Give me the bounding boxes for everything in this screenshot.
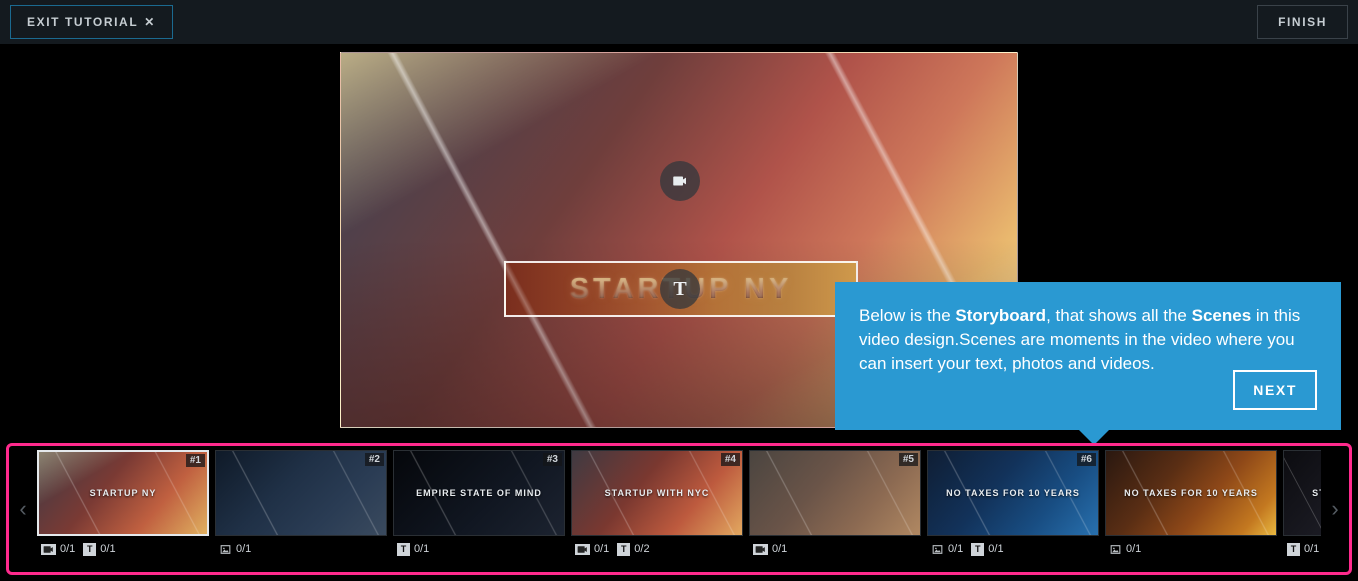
text-icon: T [1287, 543, 1300, 556]
scene-meta-value: 0/1 [988, 543, 1003, 555]
tutorial-tooltip: Below is the Storyboard, that shows all … [835, 282, 1341, 430]
close-icon: ✕ [144, 15, 156, 29]
scene-thumb[interactable]: STARTU [1283, 450, 1321, 536]
storyboard-next[interactable]: › [1321, 446, 1349, 572]
chevron-right-icon: › [1331, 496, 1338, 522]
scene-number-badge: #3 [543, 453, 562, 466]
storyboard: ‹ #1 STARTUP NY 0/1 T 0/1 #2 0/1 #3 EMPIRE STATE… [6, 443, 1352, 575]
scene-meta-item: T 0/1 [971, 543, 1003, 556]
text-icon: T [971, 543, 984, 556]
scene-meta-item: 0/1 [1109, 543, 1141, 556]
text-icon: T [673, 278, 686, 301]
scene-thumb[interactable]: #6 NO TAXES FOR 10 YEARS [927, 450, 1099, 536]
exit-tutorial-label: EXIT TUTORIAL [27, 15, 138, 29]
scene-meta-value: 0/1 [100, 543, 115, 555]
scene-8[interactable]: STARTU T 0/1 [1283, 450, 1321, 568]
video-icon [671, 172, 689, 190]
scene-thumb[interactable]: #4 STARTUP WITH NYC [571, 450, 743, 536]
scene-meta-value: 0/1 [772, 543, 787, 555]
scene-5[interactable]: #5 0/1 [749, 450, 921, 568]
scene-number-badge: #1 [186, 454, 205, 467]
scene-4[interactable]: #4 STARTUP WITH NYC 0/1 T 0/2 [571, 450, 743, 568]
storyboard-prev[interactable]: ‹ [9, 446, 37, 572]
scene-2[interactable]: #2 0/1 [215, 450, 387, 568]
scene-6[interactable]: #6 NO TAXES FOR 10 YEARS 0/1 T 0/1 [927, 450, 1099, 568]
scene-meta: 0/1 T 0/2 [571, 536, 743, 562]
scene-caption: EMPIRE STATE OF MIND [416, 488, 542, 498]
scene-meta: 0/1 [749, 536, 921, 562]
scene-meta: 0/1 [215, 536, 387, 562]
finish-button[interactable]: FINISH [1257, 5, 1348, 39]
scene-meta-item: 0/1 [931, 543, 963, 556]
next-button[interactable]: NEXT [1233, 370, 1317, 410]
scene-meta-item: 0/1 [753, 543, 787, 555]
scene-thumb[interactable]: #5 [749, 450, 921, 536]
tooltip-b2: Scenes [1192, 306, 1252, 325]
scene-number-badge: #4 [721, 453, 740, 466]
scene-meta: 0/1 T 0/1 [37, 536, 209, 562]
scene-meta-item: 0/1 [575, 543, 609, 555]
finish-label: FINISH [1278, 15, 1327, 29]
topbar: EXIT TUTORIAL ✕ FINISH [0, 0, 1358, 44]
video-icon [575, 544, 590, 555]
scene-number-badge: #5 [899, 453, 918, 466]
scene-meta-item: T 0/1 [83, 543, 115, 556]
scene-meta-item: T 0/2 [617, 543, 649, 556]
scene-meta-value: 0/1 [948, 543, 963, 555]
scene-thumb[interactable]: #3 EMPIRE STATE OF MIND [393, 450, 565, 536]
preview-area: STARTUP NY T Below is the Storyboard, th… [0, 44, 1358, 440]
scene-thumb[interactable]: #1 STARTUP NY [37, 450, 209, 536]
text-icon: T [617, 543, 630, 556]
scene-meta-value: 0/1 [236, 543, 251, 555]
scene-1[interactable]: #1 STARTUP NY 0/1 T 0/1 [37, 450, 209, 568]
storyboard-scenes: #1 STARTUP NY 0/1 T 0/1 #2 0/1 #3 EMPIRE STATE O… [37, 446, 1321, 572]
scene-7[interactable]: NO TAXES FOR 10 YEARS 0/1 [1105, 450, 1277, 568]
scene-meta-value: 0/1 [414, 543, 429, 555]
tooltip-b1: Storyboard [955, 306, 1046, 325]
scene-meta-value: 0/1 [594, 543, 609, 555]
scene-thumb[interactable]: #2 [215, 450, 387, 536]
image-icon [1109, 543, 1122, 556]
scene-caption: STARTUP WITH NYC [605, 488, 710, 498]
scene-meta: T 0/1 [1283, 536, 1321, 562]
scene-meta-item: T 0/1 [397, 543, 429, 556]
scene-thumb[interactable]: NO TAXES FOR 10 YEARS [1105, 450, 1277, 536]
tooltip-text: Below is the Storyboard, that shows all … [859, 306, 1300, 373]
tooltip-t2: , that shows all the [1046, 306, 1192, 325]
scene-meta: 0/1 T 0/1 [927, 536, 1099, 562]
text-marker[interactable]: T [660, 269, 700, 309]
scene-meta-item: T 0/1 [1287, 543, 1319, 556]
video-marker[interactable] [660, 161, 700, 201]
exit-tutorial-button[interactable]: EXIT TUTORIAL ✕ [10, 5, 173, 39]
scene-caption: STARTU [1312, 488, 1321, 498]
chevron-left-icon: ‹ [19, 496, 26, 522]
scene-meta-item: 0/1 [219, 543, 251, 556]
scene-meta-value: 0/1 [60, 543, 75, 555]
scene-meta-item: 0/1 [41, 543, 75, 555]
scene-meta-value: 0/1 [1304, 543, 1319, 555]
image-icon [931, 543, 944, 556]
scene-caption: NO TAXES FOR 10 YEARS [946, 488, 1080, 498]
scene-number-badge: #6 [1077, 453, 1096, 466]
scene-meta-value: 0/1 [1126, 543, 1141, 555]
text-icon: T [397, 543, 410, 556]
scene-3[interactable]: #3 EMPIRE STATE OF MIND T 0/1 [393, 450, 565, 568]
tooltip-t1: Below is the [859, 306, 955, 325]
next-label: NEXT [1253, 382, 1297, 398]
scene-number-badge: #2 [365, 453, 384, 466]
image-icon [219, 543, 232, 556]
text-icon: T [83, 543, 96, 556]
scene-caption: STARTUP NY [90, 488, 157, 498]
scene-meta: 0/1 [1105, 536, 1277, 562]
scene-meta-value: 0/2 [634, 543, 649, 555]
video-icon [753, 544, 768, 555]
scene-meta: T 0/1 [393, 536, 565, 562]
video-icon [41, 544, 56, 555]
scene-caption: NO TAXES FOR 10 YEARS [1124, 488, 1258, 498]
